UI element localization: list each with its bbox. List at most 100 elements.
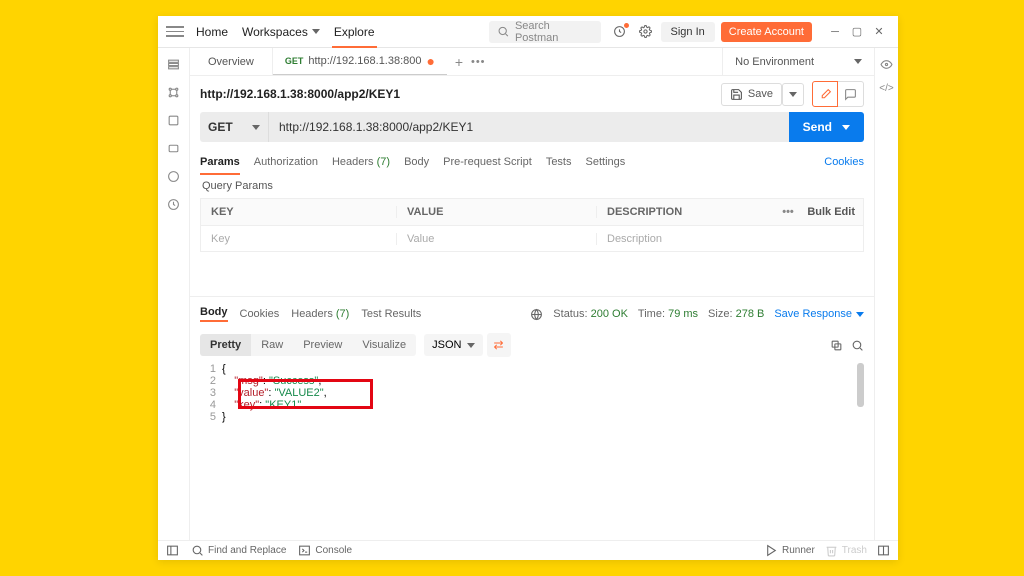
window-close-icon[interactable]: ✕ [868,21,890,43]
tab-overview[interactable]: Overview [190,48,273,75]
response-controls: Pretty Raw Preview Visualize JSON ⇄ [200,333,864,357]
tab-options-icon[interactable]: ••• [471,56,486,68]
save-response-button[interactable]: Save Response [774,308,864,320]
subtab-tests[interactable]: Tests [546,152,572,172]
param-key-input[interactable]: Key [201,233,397,245]
view-visualize[interactable]: Visualize [352,334,416,356]
save-button[interactable]: Save [721,83,782,106]
content-area: Overview GET http://192.168.1.38:800 ● +… [190,48,874,540]
search-wrap: Search Postman [489,21,601,43]
window-maximize-icon[interactable]: ▢ [846,21,868,43]
menu-icon[interactable] [166,23,184,41]
create-account-button[interactable]: Create Account [721,22,812,42]
json-value: "VALUE2" [274,387,323,399]
json-key: "value" [234,387,268,399]
find-replace-button[interactable]: Find and Replace [191,544,286,557]
url-bar: GET http://192.168.1.38:8000/app2/KEY1 S… [200,112,864,142]
chevron-down-icon [252,125,260,130]
sign-in-button[interactable]: Sign In [661,22,715,42]
two-pane-icon[interactable] [877,544,890,557]
col-options-icon[interactable]: ••• [773,206,803,218]
view-raw[interactable]: Raw [251,334,293,356]
left-rail [158,48,190,540]
save-options-button[interactable] [782,83,804,106]
chevron-down-icon [856,312,864,317]
nav-workspaces[interactable]: Workspaces [242,25,320,39]
response-panel: Body Cookies Headers (7) Test Results St… [190,296,874,540]
tab-request[interactable]: GET http://192.168.1.38:800 ● [273,48,447,75]
search-icon[interactable] [851,339,864,352]
trash-icon [825,544,838,557]
trash-button[interactable]: Trash [825,544,867,557]
format-selector[interactable]: JSON [424,334,482,356]
json-value: "Success" [269,375,318,387]
subtab-headers[interactable]: Headers (7) [332,152,390,172]
resp-tab-testresults[interactable]: Test Results [361,308,421,320]
nav-workspaces-label: Workspaces [242,25,308,39]
chevron-down-icon [312,29,320,34]
subtab-prerequest[interactable]: Pre-request Script [443,152,532,172]
resp-headers-label: Headers [291,308,333,320]
window-minimize-icon[interactable]: ─ [824,21,846,43]
save-label: Save [748,88,773,100]
send-label: Send [803,120,832,134]
request-title-bar: http://192.168.1.38:8000/app2/KEY1 Save [190,76,874,112]
wrap-lines-icon[interactable]: ⇄ [487,333,511,357]
right-rail: </> [874,48,898,540]
comments-icon[interactable] [838,81,864,107]
apis-icon[interactable] [166,84,182,100]
settings-icon[interactable] [635,21,657,43]
console-label: Console [315,545,352,556]
headers-count: (7) [377,156,390,168]
tab-add-button[interactable]: + [447,54,471,70]
tab-unsaved-icon: ● [427,53,435,69]
chevron-down-icon [467,343,475,348]
resp-tab-cookies[interactable]: Cookies [240,308,280,320]
sidebar-toggle-icon[interactable] [166,544,179,557]
subtab-body[interactable]: Body [404,152,429,172]
environments-icon[interactable] [166,112,182,128]
invite-icon[interactable] [609,21,631,43]
scrollbar[interactable] [857,363,864,407]
save-icon [730,88,743,101]
environment-quicklook-icon[interactable] [879,56,895,72]
param-value-input[interactable]: Value [397,233,597,245]
url-input[interactable]: http://192.168.1.38:8000/app2/KEY1 [268,112,789,142]
col-key: KEY [201,206,397,218]
view-pretty[interactable]: Pretty [200,334,251,356]
send-button[interactable]: Send [789,112,864,142]
find-replace-label: Find and Replace [208,545,286,556]
response-body[interactable]: 1{ 2 "msg": "Success", 3 "value": "VALUE… [200,363,864,540]
format-label: JSON [432,339,461,351]
method-selector[interactable]: GET [200,112,268,142]
param-description-input[interactable]: Description [597,233,773,245]
edit-icon[interactable] [812,81,838,107]
subtab-settings[interactable]: Settings [586,152,626,172]
trash-label: Trash [842,545,867,556]
history-icon[interactable] [166,196,182,212]
top-bar: Home Workspaces Explore Search Postman S… [158,16,898,48]
globe-icon[interactable] [530,308,543,321]
resp-tab-headers[interactable]: Headers (7) [291,308,349,320]
nav-home[interactable]: Home [196,25,228,39]
cookies-link[interactable]: Cookies [824,156,864,168]
environment-selector[interactable]: No Environment [722,48,874,75]
table-row[interactable]: Key Value Description [201,225,863,251]
nav-explore[interactable]: Explore [334,25,375,39]
view-preview[interactable]: Preview [293,334,352,356]
bulk-edit-button[interactable]: Bulk Edit [803,206,863,218]
save-response-label: Save Response [774,308,852,320]
monitors-icon[interactable] [166,168,182,184]
time-value: 79 ms [668,308,698,320]
copy-icon[interactable] [830,339,843,352]
collections-icon[interactable] [166,56,182,72]
col-value: VALUE [397,206,597,218]
subtab-authorization[interactable]: Authorization [254,152,318,172]
resp-tab-body[interactable]: Body [200,306,228,322]
search-input[interactable]: Search Postman [489,21,601,43]
mock-servers-icon[interactable] [166,140,182,156]
subtab-params[interactable]: Params [200,152,240,172]
runner-button[interactable]: Runner [765,544,815,557]
console-button[interactable]: Console [298,544,352,557]
code-snippet-icon[interactable]: </> [879,80,895,96]
